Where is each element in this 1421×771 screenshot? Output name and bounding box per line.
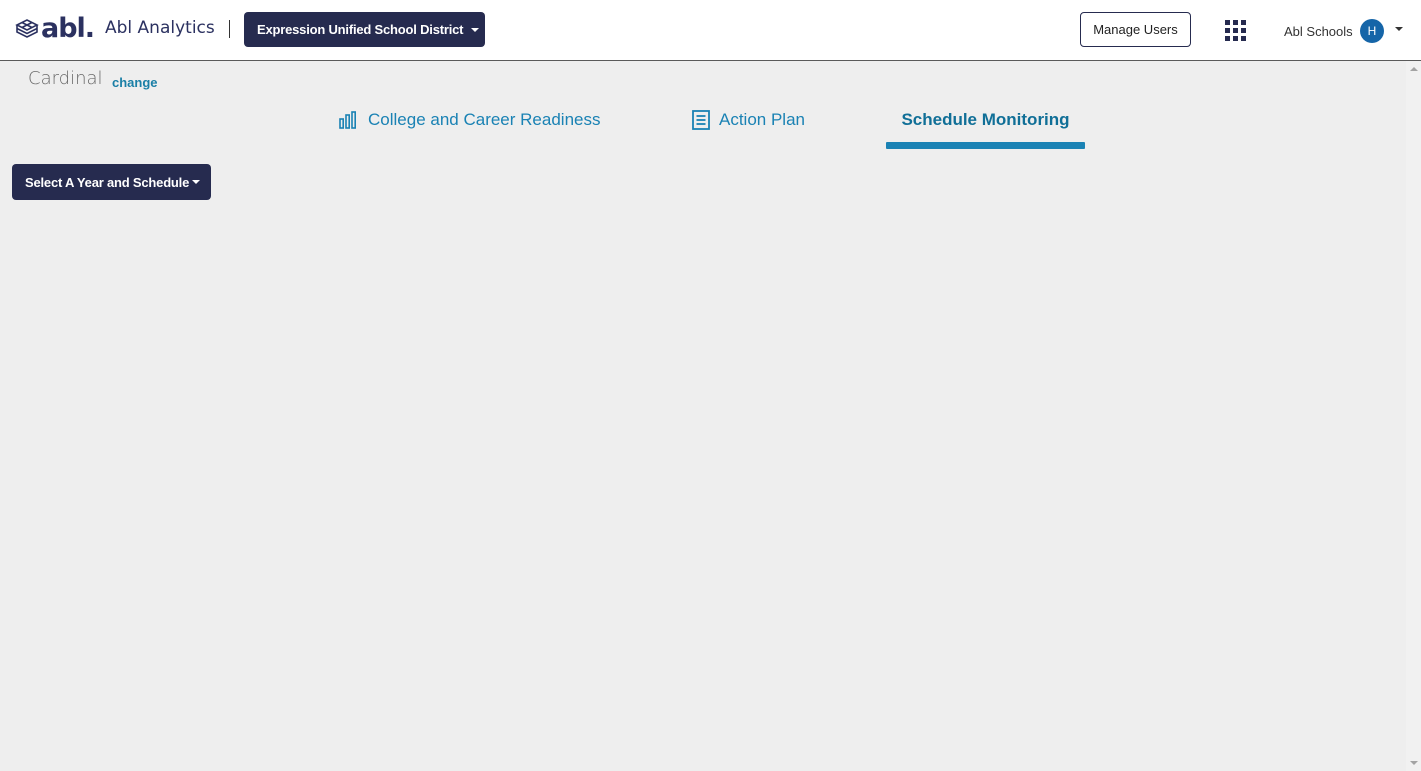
user-menu-chevron-down-icon[interactable] [1395,27,1403,31]
user-avatar[interactable]: H [1360,19,1384,43]
tab-label: College and Career Readiness [368,110,601,129]
select-year-schedule-button[interactable]: Select A Year and Schedule [12,164,211,200]
vertical-scrollbar[interactable] [1406,61,1421,771]
chevron-down-icon [471,27,480,32]
avatar-initial: H [1367,24,1377,38]
change-school-link[interactable]: change [112,75,158,90]
active-tab-indicator [886,142,1085,149]
district-selector-button[interactable]: Expression Unified School District [244,12,485,47]
org-name[interactable]: Abl Schools [1284,24,1353,39]
document-list-icon [692,110,710,130]
top-navbar: abl. Abl Analytics Expression Unified Sc… [0,0,1421,61]
manage-users-label: Manage Users [1093,22,1178,37]
tab-schedule-monitoring[interactable]: Schedule Monitoring [886,106,1085,134]
abl-logo-mark-icon [15,19,39,38]
tab-label: Schedule Monitoring [901,110,1070,129]
school-name: Cardinal [28,68,103,89]
bar-chart-icon [339,111,359,129]
apps-grid-icon[interactable] [1225,20,1246,41]
select-year-schedule-label: Select A Year and Schedule [25,174,190,190]
chevron-down-icon [192,180,201,184]
title-divider [229,20,230,38]
logo-text: abl. [41,13,95,44]
manage-users-button[interactable]: Manage Users [1080,12,1191,47]
app-title: Abl Analytics [105,18,215,38]
tab-action-plan[interactable]: Action Plan [692,106,805,134]
tab-college-and-career-readiness[interactable]: College and Career Readiness [339,106,600,134]
abl-logo[interactable]: abl. [14,12,95,46]
district-selector-label: Expression Unified School District [257,22,464,37]
scroll-up-arrow-icon[interactable] [1410,67,1418,71]
tab-label: Action Plan [719,110,805,129]
scroll-down-arrow-icon[interactable] [1410,761,1418,765]
